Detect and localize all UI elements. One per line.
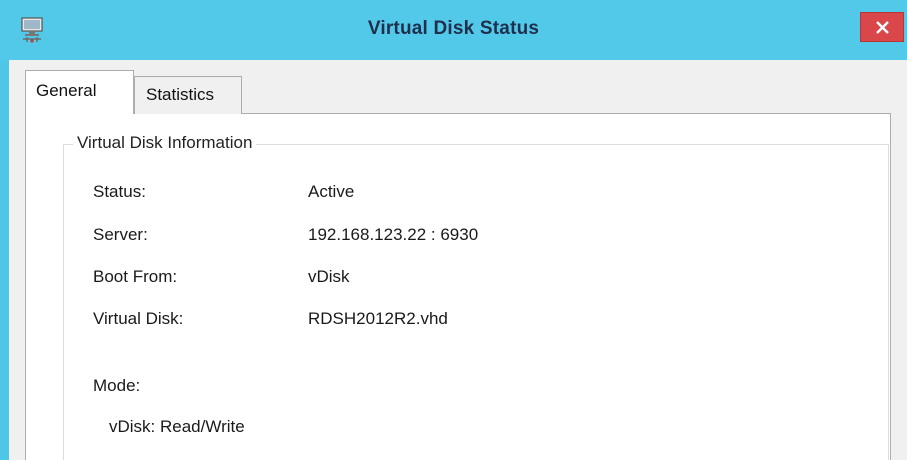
mode-label: Mode: — [93, 376, 141, 395]
mode-value: vDisk: Read/Write — [109, 417, 245, 436]
close-icon — [876, 21, 889, 34]
boot-from-label: Boot From: — [93, 267, 178, 286]
window-title: Virtual Disk Status — [367, 18, 540, 39]
server-value: 192.168.123.22 : 6930 — [308, 225, 479, 244]
virtual-disk-value: RDSH2012R2.vhd — [308, 309, 448, 328]
tab-general[interactable]: General — [25, 70, 134, 114]
close-button[interactable] — [860, 12, 904, 42]
virtual-disk-label: Virtual Disk: — [93, 309, 184, 328]
virtual-disk-info-group — [63, 144, 889, 460]
server-label: Server: — [93, 225, 148, 244]
tab-statistics[interactable]: Statistics — [134, 76, 242, 114]
group-title: Virtual Disk Information — [73, 133, 257, 153]
virtual-disk-status-window: Virtual Disk Status General Statistics V… — [0, 0, 907, 460]
general-tab-panel: Virtual Disk Information Status: Active … — [25, 113, 891, 460]
dialog-client-area: General Statistics Virtual Disk Informat… — [9, 60, 907, 460]
title-bar[interactable]: Virtual Disk Status — [0, 0, 907, 60]
boot-from-value: vDisk — [308, 267, 350, 286]
status-label: Status: — [93, 182, 146, 201]
status-value: Active — [308, 182, 355, 201]
